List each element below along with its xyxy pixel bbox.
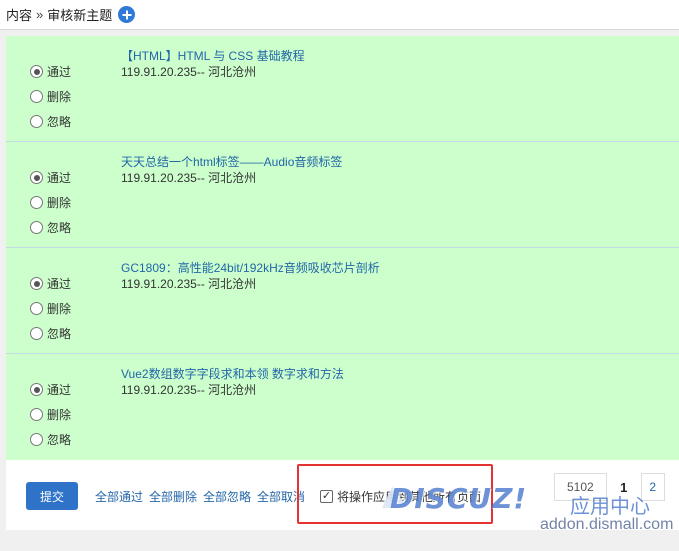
select-all-delete-link[interactable]: 全部删除 xyxy=(149,488,197,505)
moderation-options: 通过 删除 忽略 xyxy=(30,271,71,346)
action-footer: 提交 全部通过 全部删除 全部忽略 全部取消 ✓ 将操作应用到其他所有页面 51… xyxy=(6,460,679,530)
radio-ignore[interactable] xyxy=(30,115,43,128)
select-all-ignore-link[interactable]: 全部忽略 xyxy=(203,488,251,505)
pagination: 5102 1 2 xyxy=(554,473,665,501)
option-delete[interactable]: 删除 xyxy=(30,190,71,215)
option-ignore[interactable]: 忽略 xyxy=(30,321,71,346)
select-all-pass-link[interactable]: 全部通过 xyxy=(95,488,143,505)
breadcrumb-separator: » xyxy=(36,7,44,22)
option-delete-label: 删除 xyxy=(47,196,72,210)
breadcrumb-root[interactable]: 内容 xyxy=(6,5,32,24)
thread-info: Vue2数组数字字段求和本领 数字求和方法 119.91.20.235-- 河北… xyxy=(121,366,344,398)
thread-info: GC1809：高性能24bit/192kHz音频吸收芯片剖析 119.91.20… xyxy=(121,260,380,292)
option-ignore[interactable]: 忽略 xyxy=(30,109,71,134)
pagination-page-2[interactable]: 2 xyxy=(640,473,665,501)
thread-ip-location: 119.91.20.235-- 河北沧州 xyxy=(121,277,257,291)
thread-ip-location: 119.91.20.235-- 河北沧州 xyxy=(121,171,257,185)
radio-delete[interactable] xyxy=(30,302,43,315)
option-ignore[interactable]: 忽略 xyxy=(30,215,71,240)
option-ignore-label: 忽略 xyxy=(47,327,72,341)
option-pass-label: 通过 xyxy=(47,65,72,79)
thread-item: 通过 删除 忽略 天天总结一个html标签——Audio音频标签 119.91.… xyxy=(6,142,679,248)
radio-pass[interactable] xyxy=(30,383,43,396)
thread-title-link[interactable]: Vue2数组数字字段求和本领 数字求和方法 xyxy=(121,366,344,382)
apply-all-label: 将操作应用到其他所有页面 xyxy=(337,490,482,504)
bulk-actions: 全部通过 全部删除 全部忽略 全部取消 xyxy=(95,488,305,505)
thread-item: 通过 删除 忽略 GC1809：高性能24bit/192kHz音频吸收芯片剖析 … xyxy=(6,248,679,354)
option-delete-label: 删除 xyxy=(47,408,72,422)
radio-ignore[interactable] xyxy=(30,327,43,340)
pagination-total: 5102 xyxy=(554,473,607,501)
option-pass[interactable]: 通过 xyxy=(30,271,71,296)
submit-button[interactable]: 提交 xyxy=(26,482,78,510)
apply-all-pages[interactable]: ✓ 将操作应用到其他所有页面 xyxy=(320,488,481,505)
thread-list: 通过 删除 忽略 【HTML】HTML 与 CSS 基础教程 119.91.20… xyxy=(6,36,679,460)
moderation-panel: 通过 删除 忽略 【HTML】HTML 与 CSS 基础教程 119.91.20… xyxy=(6,36,679,530)
thread-ip-location: 119.91.20.235-- 河北沧州 xyxy=(121,65,257,79)
apply-all-checkbox[interactable]: ✓ xyxy=(320,490,333,503)
radio-delete[interactable] xyxy=(30,408,43,421)
option-delete-label: 删除 xyxy=(47,302,72,316)
breadcrumb: 内容 » 审核新主题 xyxy=(0,0,679,30)
option-ignore-label: 忽略 xyxy=(47,221,72,235)
thread-item: 通过 删除 忽略 Vue2数组数字字段求和本领 数字求和方法 119.91.20… xyxy=(6,354,679,460)
option-delete-label: 删除 xyxy=(47,90,72,104)
option-pass[interactable]: 通过 xyxy=(30,377,71,402)
option-delete[interactable]: 删除 xyxy=(30,296,71,321)
option-pass-label: 通过 xyxy=(47,383,72,397)
radio-ignore[interactable] xyxy=(30,433,43,446)
option-delete[interactable]: 删除 xyxy=(30,402,71,427)
moderation-options: 通过 删除 忽略 xyxy=(30,377,71,452)
breadcrumb-current: 审核新主题 xyxy=(47,8,113,23)
option-pass[interactable]: 通过 xyxy=(30,165,71,190)
thread-info: 【HTML】HTML 与 CSS 基础教程 119.91.20.235-- 河北… xyxy=(121,48,305,80)
thread-ip-location: 119.91.20.235-- 河北沧州 xyxy=(121,383,257,397)
moderation-options: 通过 删除 忽略 xyxy=(30,165,71,240)
radio-ignore[interactable] xyxy=(30,221,43,234)
pagination-current-page: 1 xyxy=(620,479,628,495)
option-ignore-label: 忽略 xyxy=(47,433,72,447)
moderation-options: 通过 删除 忽略 xyxy=(30,59,71,134)
option-pass[interactable]: 通过 xyxy=(30,59,71,84)
radio-delete[interactable] xyxy=(30,90,43,103)
thread-info: 天天总结一个html标签——Audio音频标签 119.91.20.235-- … xyxy=(121,154,342,186)
option-ignore-label: 忽略 xyxy=(47,115,72,129)
option-delete[interactable]: 删除 xyxy=(30,84,71,109)
option-pass-label: 通过 xyxy=(47,277,72,291)
plus-circle-icon[interactable] xyxy=(118,6,136,23)
thread-title-link[interactable]: 【HTML】HTML 与 CSS 基础教程 xyxy=(121,48,305,64)
radio-delete[interactable] xyxy=(30,196,43,209)
option-pass-label: 通过 xyxy=(47,171,72,185)
thread-title-link[interactable]: GC1809：高性能24bit/192kHz音频吸收芯片剖析 xyxy=(121,260,380,276)
option-ignore[interactable]: 忽略 xyxy=(30,427,71,452)
thread-item: 通过 删除 忽略 【HTML】HTML 与 CSS 基础教程 119.91.20… xyxy=(6,36,679,142)
thread-title-link[interactable]: 天天总结一个html标签——Audio音频标签 xyxy=(121,154,342,170)
radio-pass[interactable] xyxy=(30,65,43,78)
radio-pass[interactable] xyxy=(30,277,43,290)
radio-pass[interactable] xyxy=(30,171,43,184)
